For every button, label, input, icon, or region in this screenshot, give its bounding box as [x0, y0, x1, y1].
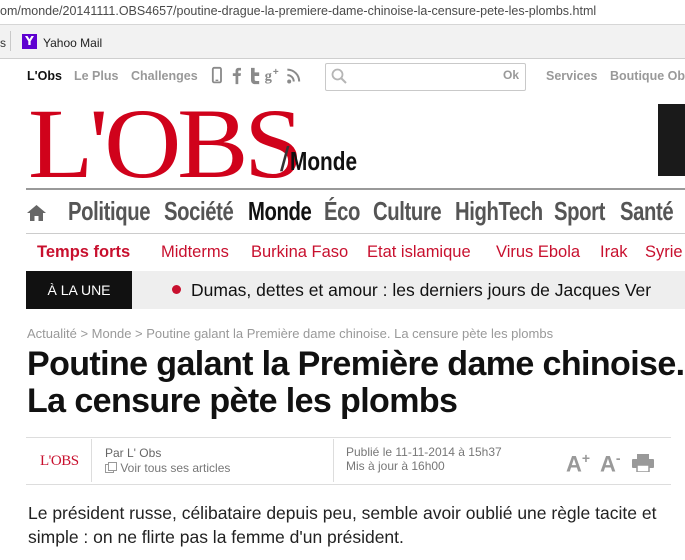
alune-headline[interactable]: Dumas, dettes et amour : les derniers jo…	[191, 280, 651, 301]
boutique-link[interactable]: Boutique Obs	[610, 69, 685, 83]
nav-politique[interactable]: Politique	[68, 196, 151, 227]
byline-divider	[91, 439, 92, 482]
svg-text:+: +	[273, 67, 279, 78]
alune-label: À LA UNE	[26, 271, 132, 309]
social-icons: g +	[211, 66, 301, 85]
main-nav-bottom-border	[26, 233, 685, 234]
ad-banner[interactable]	[658, 104, 685, 176]
author-articles-link[interactable]: Voir tous ses articles	[105, 461, 230, 475]
hot-topic-virus-ebola[interactable]: Virus Ebola	[496, 243, 580, 262]
hot-topic-etat-islamique[interactable]: Etat islamique	[367, 243, 471, 262]
byline-bottom-border	[26, 484, 671, 485]
hot-topic-burkina-faso[interactable]: Burkina Faso	[251, 243, 348, 262]
font-increase-button[interactable]: A+	[566, 450, 590, 477]
plus-icon: +	[581, 450, 591, 466]
site-logo[interactable]: L'OBS	[28, 94, 304, 194]
bookmark-yahoo-mail[interactable]: Yahoo Mail	[43, 36, 102, 50]
font-decrease-label: A	[600, 451, 616, 477]
minus-icon: -	[615, 450, 621, 466]
hot-topic-irak[interactable]: Irak	[600, 243, 628, 262]
address-bar[interactable]: om/monde/20141111.OBS4657/poutine-drague…	[0, 0, 685, 25]
author-logo: L'OBS	[40, 453, 79, 469]
topnav-lobs[interactable]: L'Obs	[27, 69, 62, 83]
bookmarks-bar: s Y Yahoo Mail	[0, 25, 685, 59]
facebook-icon[interactable]	[232, 67, 241, 85]
author-articles-label: Voir tous ses articles	[120, 461, 231, 475]
bookmark-separator	[10, 31, 11, 51]
nav-monde[interactable]: Monde	[248, 196, 312, 227]
topnav-challenges[interactable]: Challenges	[131, 69, 198, 83]
alune-bullet	[172, 285, 181, 294]
hot-topic-midterms[interactable]: Midterms	[161, 243, 229, 262]
home-icon[interactable]	[26, 204, 47, 222]
yahoo-icon: Y	[22, 34, 37, 49]
section-name: Monde	[290, 146, 358, 176]
nav-sante[interactable]: Santé	[620, 196, 674, 227]
hot-topic-syrie[interactable]: Syrie	[645, 243, 683, 262]
updated-date: Mis à jour à 16h00	[346, 459, 445, 473]
topnav-le-plus[interactable]: Le Plus	[74, 69, 118, 83]
google-plus-icon[interactable]: g +	[265, 67, 279, 84]
font-increase-label: A	[566, 451, 582, 477]
byline-divider	[333, 439, 334, 482]
nav-societe[interactable]: Société	[164, 196, 234, 227]
url-text[interactable]: om/monde/20141111.OBS4657/poutine-drague…	[0, 4, 596, 18]
search-box: Ok	[325, 63, 526, 91]
byline-top-border	[26, 437, 671, 438]
logo-slash: /	[280, 141, 290, 179]
printer-icon[interactable]	[632, 454, 654, 472]
services-link[interactable]: Services	[546, 69, 597, 83]
main-nav-border	[26, 188, 685, 190]
article-lead: Le président russe, célibataire depuis p…	[28, 503, 657, 547]
nav-sport[interactable]: Sport	[554, 196, 605, 227]
article-title: Poutine galant la Première dame chinoise…	[27, 345, 685, 420]
font-decrease-button[interactable]: A-	[600, 450, 621, 477]
twitter-icon[interactable]	[251, 67, 260, 85]
published-date: Publié le 11-11-2014 à 15h37	[346, 445, 502, 459]
search-icon	[331, 68, 347, 84]
breadcrumb[interactable]: Actualité > Monde > Poutine galant la Pr…	[27, 326, 553, 341]
nav-culture[interactable]: Culture	[373, 196, 442, 227]
bookmark-truncated[interactable]: s	[0, 36, 6, 50]
author-name[interactable]: Par L' Obs	[105, 446, 161, 460]
articles-icon	[105, 462, 117, 473]
rss-icon[interactable]	[287, 68, 301, 84]
nav-eco[interactable]: Éco	[324, 196, 360, 227]
hot-topics-label[interactable]: Temps forts	[37, 243, 130, 262]
svg-text:g: g	[265, 69, 273, 85]
search-ok-button[interactable]: Ok	[503, 68, 519, 82]
nav-hightech[interactable]: HighTech	[455, 196, 543, 227]
mobile-icon[interactable]	[211, 66, 222, 84]
